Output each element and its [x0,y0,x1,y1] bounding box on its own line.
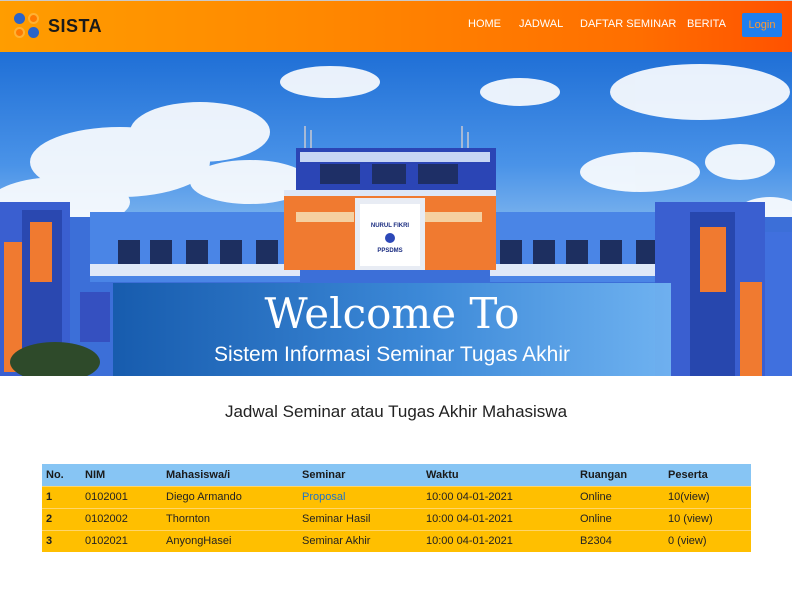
building-sign-line1: NURUL FIKRI [371,223,410,229]
cell-waktu: 10:00 04-01-2021 [422,485,576,508]
header-peserta: Peserta [664,464,751,486]
welcome-box: Welcome To Sistem Informasi Seminar Tuga… [113,283,671,376]
welcome-subtitle: Sistem Informasi Seminar Tugas Akhir [214,343,570,366]
cell-waktu: 10:00 04-01-2021 [422,507,576,530]
table-row: 2 0102002 Thornton Seminar Hasil 10:00 0… [42,507,751,530]
top-navbar: SISTA HOME JADWAL DAFTAR SEMINAR BERITA … [0,0,792,52]
table-header-row: No. NIM Mahasiswa/i Seminar Waktu Ruanga… [42,464,751,486]
nav-daftar-seminar-link[interactable]: DAFTAR SEMINAR [580,18,676,30]
welcome-title: Welcome To [264,289,520,338]
nav-jadwal-link[interactable]: JADWAL [519,18,563,30]
cell-seminar: Seminar Akhir [298,529,422,552]
header-waktu: Waktu [422,464,576,486]
cell-nim: 0102002 [81,507,162,530]
cell-no: 2 [42,507,81,530]
login-button[interactable]: Login [742,13,782,37]
cell-nim: 0102001 [81,485,162,508]
cell-seminar-link: Proposal [298,485,422,508]
cell-peserta[interactable]: 10(view) [664,485,751,508]
table-row: 3 0102021 AnyongHasei Seminar Akhir 10:0… [42,529,751,552]
cell-waktu: 10:00 04-01-2021 [422,529,576,552]
header-nim: NIM [81,464,162,486]
nav-home-link[interactable]: HOME [468,18,501,30]
table-row: 1 0102001 Diego Armando Proposal 10:00 0… [42,485,751,508]
cell-nim: 0102021 [81,529,162,552]
header-mahasiswa: Mahasiswa/i [162,464,298,486]
cell-ruangan: Online [576,507,664,530]
cell-ruangan: B2304 [576,529,664,552]
cell-peserta[interactable]: 0 (view) [664,529,751,552]
header-seminar: Seminar [298,464,422,486]
header-no: No. [42,464,81,486]
nav-berita-link[interactable]: BERITA [687,18,726,30]
cell-mahasiswa: Diego Armando [162,485,298,508]
building-sign-line2: PPSDMS [377,248,402,254]
cell-peserta[interactable]: 10 (view) [664,507,751,530]
cell-no: 3 [42,529,81,552]
schedule-table: No. NIM Mahasiswa/i Seminar Waktu Ruanga… [42,464,751,552]
cell-ruangan: Online [576,485,664,508]
cell-no: 1 [42,485,81,508]
cell-mahasiswa: Thornton [162,507,298,530]
cell-seminar: Seminar Hasil [298,507,422,530]
nav-menu: HOME JADWAL DAFTAR SEMINAR BERITA [0,18,792,34]
header-ruangan: Ruangan [576,464,664,486]
seminar-link[interactable]: Proposal [302,491,345,503]
schedule-section-title: Jadwal Seminar atau Tugas Akhir Mahasisw… [224,402,568,421]
hero-banner: NURUL FIKRI PPSDMS Welcome To Sistem Inf… [0,52,792,376]
cell-mahasiswa: AnyongHasei [162,529,298,552]
